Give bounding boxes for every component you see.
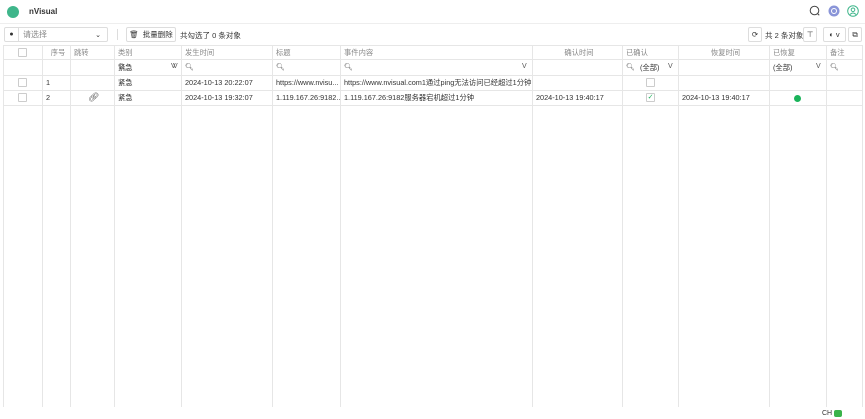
row-time: 2024-10-13 19:32:07 — [185, 93, 253, 102]
row-recover-time — [678, 75, 769, 90]
app-logo-icon — [7, 5, 19, 18]
top-bar: nVisual — [0, 0, 865, 24]
row-content: https://www.nvisual.com1通过ping无法访问已经超过1分… — [344, 78, 532, 87]
export-icon: ⧉ — [852, 29, 858, 39]
filter-icon: ⊤ — [806, 30, 814, 39]
row-confirm-time: 2024-10-13 19:40:17 — [536, 93, 604, 102]
columns-icon: ◐ v — [829, 30, 840, 39]
column-divider — [3, 45, 4, 407]
search-icon[interactable]: 🔍︎ — [118, 63, 127, 71]
filter-clear-button[interactable]: ⊤ — [803, 27, 817, 42]
row-time: 2024-10-13 20:22:07 — [185, 78, 253, 87]
row-index: 1 — [46, 78, 51, 87]
column-header[interactable]: 备注 — [826, 45, 862, 60]
chevron-down-icon[interactable]: V — [522, 63, 527, 70]
view-select[interactable]: ● 请选择 ⌄ — [4, 27, 108, 42]
divider — [117, 29, 118, 40]
select-placeholder: 请选择 — [23, 30, 47, 39]
selected-count: 共勾选了 0 条对象 — [180, 31, 241, 40]
confirmed-checkbox[interactable] — [646, 78, 655, 87]
row-category: 紧急 — [118, 93, 133, 102]
select-all-checkbox[interactable] — [18, 48, 27, 57]
column-header[interactable]: 已恢复 — [769, 45, 826, 60]
search-icon[interactable]: 🔍︎ — [276, 63, 285, 71]
event-table: 序号 跳转 类别 发生时间 标题 事件内容 确认时间 已确认 恢复时间 已恢复 备注紧急 V 🔍︎ V 🔍︎… — [3, 45, 863, 407]
total-count: 共 2 条对象 — [765, 31, 804, 40]
column-header[interactable]: 序号 — [42, 45, 70, 60]
chevron-down-icon[interactable]: V — [816, 63, 821, 70]
link-icon[interactable]: 🔗︎ — [88, 92, 99, 103]
recovered-status-dot — [794, 95, 801, 102]
ime-icon — [834, 410, 843, 417]
row-category: 紧急 — [118, 78, 133, 87]
row-divider — [3, 105, 863, 106]
column-header[interactable]: 跳转 — [70, 45, 114, 60]
row-checkbox[interactable] — [18, 93, 27, 102]
column-settings-button[interactable]: ◐ v — [823, 27, 846, 42]
user-avatar-icon[interactable] — [847, 5, 859, 17]
column-header[interactable]: 类别 — [114, 45, 181, 60]
row-title: 1.119.167.26:9182... — [276, 93, 340, 102]
batch-delete-button[interactable]: 🗑 批量删除 — [126, 27, 176, 42]
chevron-down-icon[interactable]: V — [171, 63, 176, 70]
search-icon[interactable] — [809, 5, 821, 17]
toolbar: ● 请选择 ⌄ 🗑 批量删除 共勾选了 0 条对象 ⟳ 共 2 条对象 ⊤ ◐ v… — [0, 26, 865, 43]
row-confirm-time — [532, 75, 622, 90]
search-icon[interactable]: 🔍︎ — [185, 63, 194, 71]
search-icon[interactable]: 🔍︎ — [830, 63, 839, 71]
column-divider — [622, 45, 623, 407]
column-header[interactable]: 确认时间 — [532, 45, 622, 60]
batch-delete-label: 批量删除 — [142, 30, 173, 39]
column-header[interactable]: 事件内容 — [340, 45, 532, 60]
column-header[interactable]: 已确认 — [622, 45, 678, 60]
settings-icon[interactable] — [828, 5, 840, 17]
export-button[interactable]: ⧉ — [848, 27, 862, 42]
filter-confirmed[interactable]: (全部) — [636, 60, 676, 75]
column-divider — [862, 45, 863, 407]
column-divider — [70, 45, 71, 407]
search-icon[interactable]: 🔍︎ — [626, 63, 635, 71]
trash-icon: 🗑 — [129, 30, 139, 39]
column-divider — [769, 45, 770, 407]
column-header[interactable]: 标题 — [272, 45, 340, 60]
row-recover-time: 2024-10-13 19:40:17 — [682, 93, 750, 102]
column-header[interactable]: 发生时间 — [181, 45, 272, 60]
eye-icon: ● — [5, 28, 19, 41]
ime-indicator[interactable]: CH — [822, 410, 843, 417]
column-header[interactable]: 恢复时间 — [678, 45, 769, 60]
app-name: nVisual — [29, 7, 58, 16]
chevron-down-icon: ⌄ — [95, 31, 101, 39]
search-icon[interactable]: 🔍︎ — [344, 63, 353, 71]
ime-label: CH — [822, 410, 833, 417]
row-index: 2 — [46, 93, 51, 102]
refresh-button[interactable]: ⟳ — [748, 27, 762, 42]
column-divider — [826, 45, 827, 407]
row-title: https://www.nvisu... — [276, 78, 339, 87]
confirmed-checkbox[interactable]: ✓ — [646, 93, 655, 102]
row-checkbox[interactable] — [18, 78, 27, 87]
refresh-icon: ⟳ — [751, 30, 759, 39]
row-content: 1.119.167.26:9182服务器宕机超过1分钟 — [344, 93, 475, 102]
